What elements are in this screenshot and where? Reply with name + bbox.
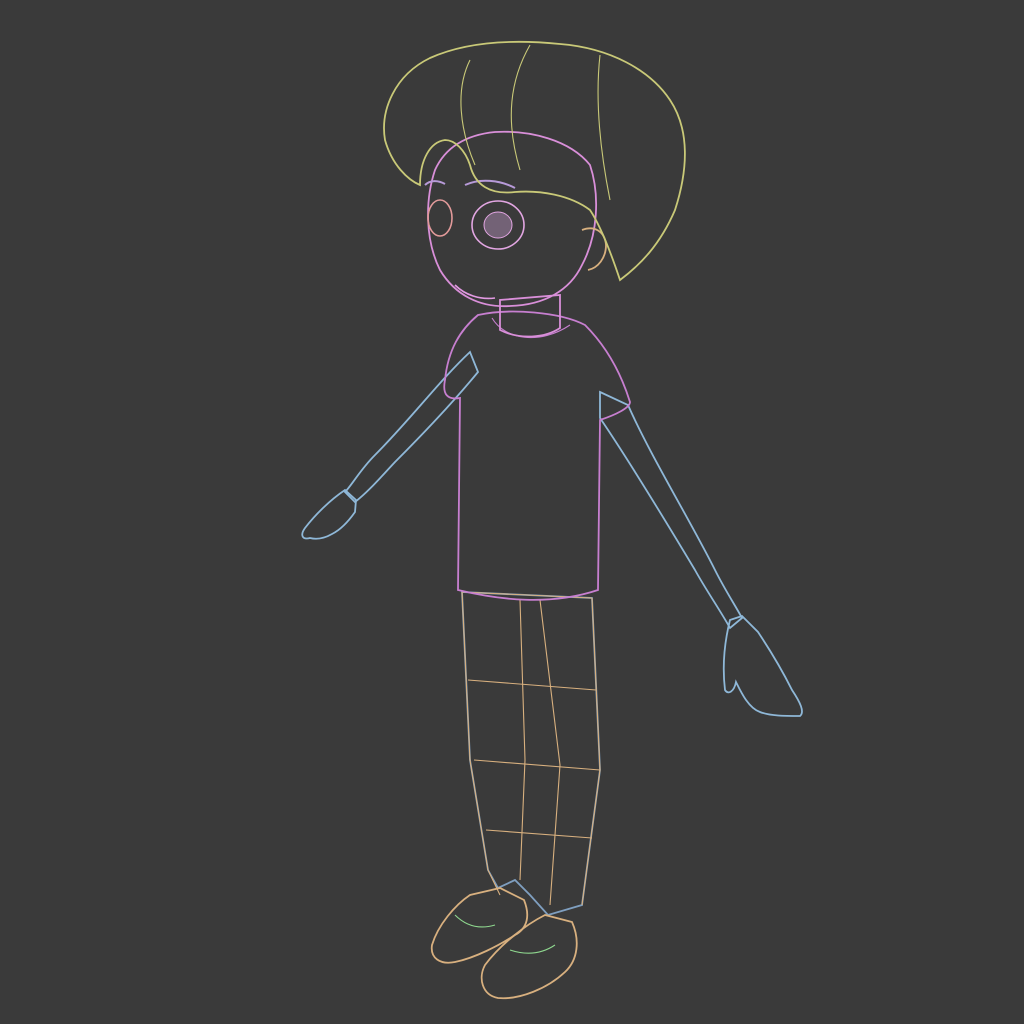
pants-mesh bbox=[461, 591, 601, 917]
right-shoe-mesh bbox=[480, 914, 578, 1000]
left-shoe-mesh bbox=[430, 887, 529, 964]
right-eye-iris bbox=[483, 211, 513, 239]
pants-cage-wire bbox=[461, 591, 601, 906]
hair-mesh bbox=[383, 40, 686, 282]
neck-mesh bbox=[499, 294, 561, 338]
left-eye-mesh bbox=[427, 199, 453, 237]
mouth-wire bbox=[454, 284, 496, 300]
right-hand-mesh bbox=[722, 614, 803, 717]
shirt-collar-wire bbox=[491, 317, 571, 339]
eyebrow-wire bbox=[464, 179, 516, 189]
right-arm-mesh bbox=[599, 390, 803, 717]
left-arm-mesh bbox=[301, 350, 480, 540]
shoe-detail-wire bbox=[454, 914, 556, 954]
left-hand-mesh bbox=[301, 488, 357, 540]
wireframe-canvas bbox=[301, 40, 803, 1000]
3d-viewport[interactable] bbox=[0, 0, 1024, 1024]
head-mesh bbox=[424, 130, 607, 308]
shoes-mesh bbox=[430, 887, 578, 1000]
